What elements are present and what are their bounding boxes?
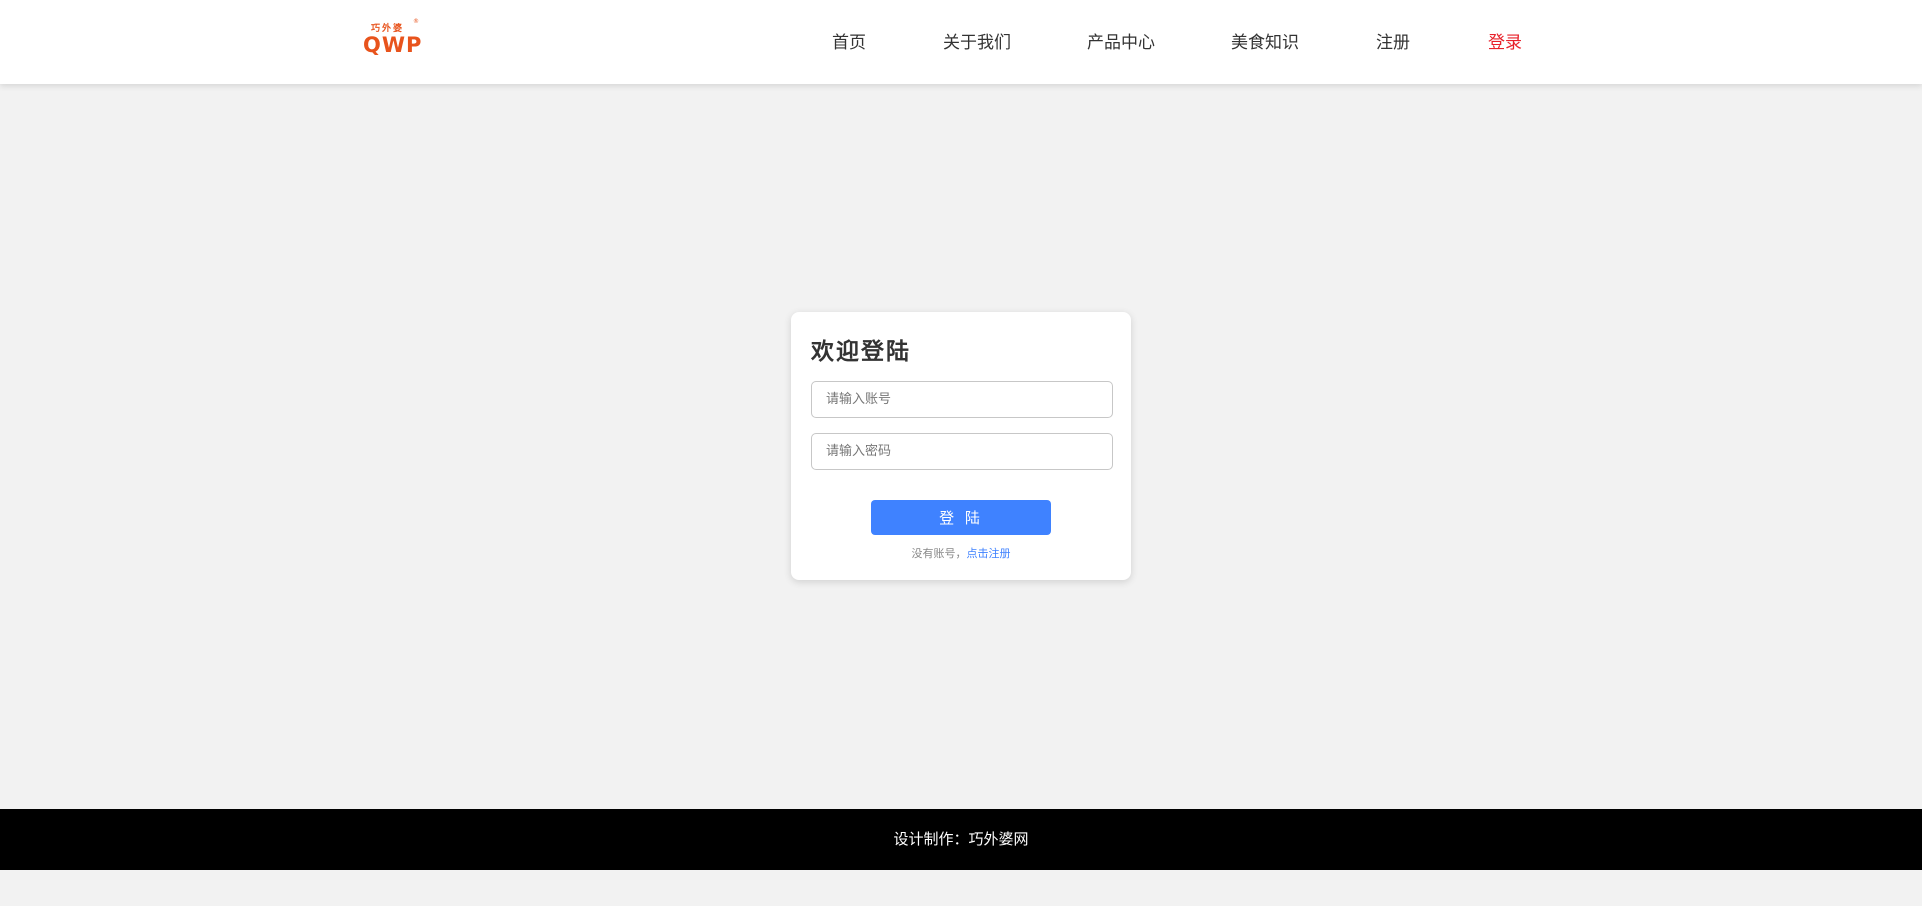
nav-item-register[interactable]: 注册 xyxy=(1376,0,1410,84)
login-title: 欢迎登陆 xyxy=(811,339,911,365)
password-input[interactable] xyxy=(811,433,1113,470)
top-header: 巧外婆 ® QWP 首页 关于我们 产品中心 美食知识 注册 登录 xyxy=(0,0,1922,84)
login-button[interactable]: 登 陆 xyxy=(871,500,1051,535)
nav-item-home[interactable]: 首页 xyxy=(832,0,866,84)
nav-item-food-knowledge[interactable]: 美食知识 xyxy=(1231,0,1299,84)
account-input[interactable] xyxy=(811,381,1113,418)
register-prompt: 没有账号，点击注册 xyxy=(791,545,1131,561)
page-footer: 设计制作：巧外婆网 xyxy=(0,809,1922,870)
registered-mark: ® xyxy=(413,18,419,25)
register-link[interactable]: 点击注册 xyxy=(967,547,1011,560)
logo-letters: QWP xyxy=(363,33,423,57)
no-account-text: 没有账号， xyxy=(911,547,967,560)
nav-item-login[interactable]: 登录 xyxy=(1488,0,1522,84)
nav-item-about[interactable]: 关于我们 xyxy=(943,0,1011,84)
login-card: 欢迎登陆 登 陆 没有账号，点击注册 xyxy=(791,312,1131,580)
brand-logo[interactable]: 巧外婆 ® QWP xyxy=(363,18,423,60)
nav-item-products[interactable]: 产品中心 xyxy=(1087,0,1155,84)
footer-credit: 设计制作：巧外婆网 xyxy=(893,830,1029,848)
